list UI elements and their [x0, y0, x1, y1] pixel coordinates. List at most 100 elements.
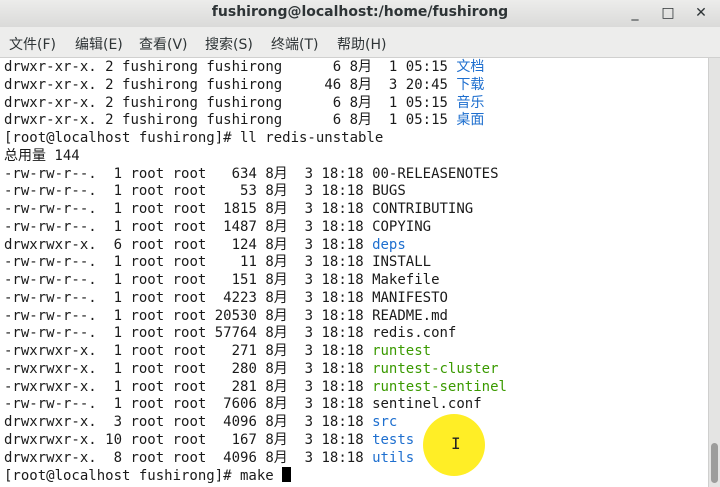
- file-time: 20:45: [405, 76, 457, 93]
- file-name: src: [372, 414, 398, 430]
- file-owner: root: [130, 254, 173, 271]
- file-name: MANIFESTO: [372, 289, 448, 306]
- menu-terminal[interactable]: 终端(T): [271, 34, 318, 54]
- file-permissions: drwxr-xr-x.: [4, 94, 97, 111]
- total-line: 总用量 144: [4, 147, 80, 164]
- file-time: 18:18: [321, 236, 373, 253]
- minimize-button[interactable]: _: [624, 3, 646, 23]
- menu-view[interactable]: 查看(V): [139, 34, 188, 54]
- scrollbar-thumb[interactable]: [711, 443, 718, 483]
- file-permissions: drwxr-xr-x.: [4, 76, 97, 93]
- file-name: Makefile: [372, 272, 440, 288]
- file-name: 下载: [456, 76, 485, 93]
- file-group: root: [172, 325, 215, 342]
- prompt-text: [root@localhost fushirong]# make: [4, 468, 283, 485]
- file-owner: root: [130, 201, 173, 217]
- file-permissions: -rw-rw-r--.: [4, 325, 97, 342]
- file-time: 05:15: [405, 94, 457, 111]
- file-permissions: drwxrwxr-x.: [4, 236, 97, 253]
- file-owner: root: [130, 165, 173, 182]
- file-group: root: [172, 449, 215, 466]
- menu-help[interactable]: 帮助(H): [337, 34, 386, 54]
- file-group: root: [172, 414, 215, 430]
- file-time: 18:18: [321, 254, 373, 271]
- terminal-scrollbar[interactable]: [708, 58, 720, 487]
- file-name: README.md: [372, 307, 448, 324]
- file-group: root: [172, 236, 215, 253]
- file-size: 20530: [214, 307, 266, 324]
- file-time: 18:18: [321, 360, 373, 377]
- file-month: 8月: [349, 76, 381, 93]
- file-owner: root: [130, 218, 173, 235]
- file-size: 53: [214, 183, 266, 200]
- file-links: 2: [96, 112, 123, 129]
- file-permissions: drwxr-xr-x.: [4, 112, 97, 129]
- file-day: 3: [296, 183, 322, 200]
- file-links: 1: [96, 183, 131, 200]
- file-owner: root: [130, 343, 173, 359]
- file-permissions: drwxrwxr-x.: [4, 431, 97, 448]
- file-permissions: -rw-rw-r--.: [4, 289, 97, 306]
- file-links: 1: [96, 360, 131, 377]
- file-day: 3: [296, 431, 322, 448]
- file-owner: root: [130, 378, 173, 395]
- file-group: root: [172, 254, 215, 271]
- file-day: 3: [296, 201, 322, 217]
- file-size: 634: [214, 165, 266, 182]
- close-button[interactable]: ✕: [690, 3, 712, 23]
- maximize-button[interactable]: □: [657, 3, 679, 23]
- file-name: 桌面: [456, 112, 485, 129]
- file-day: 3: [296, 414, 322, 430]
- file-size: 57764: [214, 325, 266, 342]
- file-size: 7606: [214, 396, 266, 413]
- listing-line: -rw-rw-r--. 1 root root 20530 8月 3 18:18…: [4, 308, 448, 326]
- file-name: BUGS: [372, 183, 406, 200]
- listing-line: -rw-rw-r--. 1 root root 1815 8月 3 18:18 …: [4, 201, 473, 219]
- menu-edit[interactable]: 编辑(E): [75, 34, 123, 54]
- file-day: 3: [296, 378, 322, 395]
- file-group: root: [172, 378, 215, 395]
- listing-line: -rw-rw-r--. 1 root root 1487 8月 3 18:18 …: [4, 219, 431, 237]
- file-name: COPYING: [372, 218, 432, 235]
- file-day: 1: [380, 59, 406, 75]
- file-time: 18:18: [321, 183, 373, 200]
- file-time: 05:15: [405, 59, 457, 75]
- file-day: 3: [296, 343, 322, 359]
- menu-search[interactable]: 搜索(S): [205, 34, 253, 54]
- file-permissions: drwxr-xr-x.: [4, 59, 97, 75]
- file-permissions: -rw-rw-r--.: [4, 307, 97, 324]
- file-group: root: [172, 272, 215, 288]
- terminal-output[interactable]: drwxr-xr-x. 2 fushirong fushirong 6 8月 1…: [0, 58, 708, 487]
- file-size: 281: [214, 378, 266, 395]
- file-day: 3: [296, 449, 322, 466]
- file-links: 1: [96, 343, 131, 359]
- file-group: root: [172, 165, 215, 182]
- file-owner: root: [130, 272, 173, 288]
- file-permissions: -rw-rw-r--.: [4, 396, 97, 413]
- command-prompt-line: [root@localhost fushirong]# make: [4, 467, 292, 485]
- file-day: 3: [296, 236, 322, 253]
- listing-line: -rw-rw-r--. 1 root root 4223 8月 3 18:18 …: [4, 290, 448, 308]
- file-size: 271: [214, 343, 266, 359]
- file-size: 1815: [214, 201, 266, 217]
- file-size: 6: [290, 59, 350, 75]
- menu-file[interactable]: 文件(F): [9, 34, 56, 54]
- file-time: 18:18: [321, 201, 373, 217]
- file-group: root: [172, 218, 215, 235]
- file-links: 6: [96, 236, 131, 253]
- file-month: 8月: [265, 360, 297, 377]
- file-owner: root: [130, 307, 173, 324]
- file-name: tests: [372, 431, 415, 448]
- file-time: 18:18: [321, 378, 373, 395]
- file-links: 1: [96, 307, 131, 324]
- listing-line: drwxr-xr-x. 2 fushirong fushirong 6 8月 1…: [4, 95, 484, 113]
- file-time: 18:18: [321, 431, 373, 448]
- listing-line: drwxr-xr-x. 2 fushirong fushirong 6 8月 1…: [4, 59, 484, 77]
- file-size: 167: [214, 431, 266, 448]
- file-day: 1: [380, 112, 406, 129]
- file-owner: root: [130, 325, 173, 342]
- file-permissions: -rw-rw-r--.: [4, 218, 97, 235]
- title-bar: fushirong@localhost:/home/fushirong _ □ …: [0, 0, 720, 28]
- file-group: root: [172, 360, 215, 377]
- file-permissions: drwxrwxr-x.: [4, 414, 97, 430]
